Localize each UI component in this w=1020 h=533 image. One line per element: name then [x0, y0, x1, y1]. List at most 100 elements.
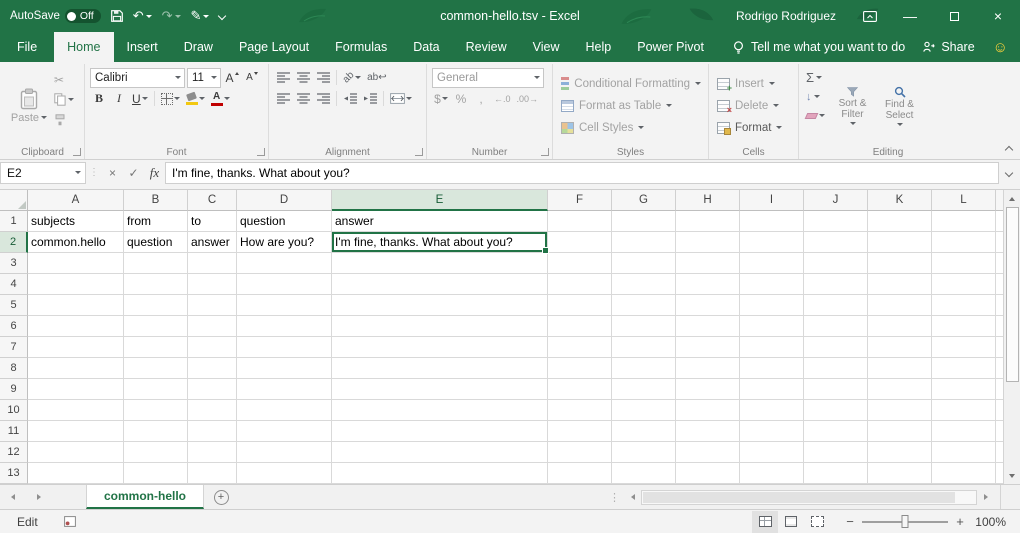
cell-G6[interactable] — [612, 316, 676, 337]
cell-H13[interactable] — [676, 463, 740, 484]
cell-B6[interactable] — [124, 316, 188, 337]
cell-E4[interactable] — [332, 274, 548, 295]
cell-H9[interactable] — [676, 379, 740, 400]
horizontal-scrollbar-track[interactable] — [641, 490, 977, 505]
zoom-out-button[interactable]: − — [842, 514, 858, 529]
cell-A4[interactable] — [28, 274, 124, 295]
redo-button[interactable]: ↷ — [162, 8, 181, 24]
cell-J6[interactable] — [804, 316, 868, 337]
customize-quick-access-button[interactable] — [219, 13, 225, 19]
format-painter-button[interactable] — [52, 111, 76, 128]
cell-I3[interactable] — [740, 253, 804, 274]
row-header-1[interactable]: 1 — [0, 211, 28, 232]
page-layout-view-button[interactable] — [778, 511, 804, 533]
row-header-11[interactable]: 11 — [0, 421, 28, 442]
cell-E3[interactable] — [332, 253, 548, 274]
zoom-slider-thumb[interactable] — [902, 515, 909, 528]
cell-C8[interactable] — [188, 358, 237, 379]
close-button[interactable]: × — [976, 0, 1020, 32]
name-box[interactable]: E2 — [0, 162, 86, 184]
cell-F12[interactable] — [548, 442, 612, 463]
cell-E1[interactable]: answer — [332, 211, 548, 232]
cell-B13[interactable] — [124, 463, 188, 484]
font-color-button[interactable]: A — [209, 89, 232, 108]
row-header-6[interactable]: 6 — [0, 316, 28, 337]
column-header-B[interactable]: B — [124, 190, 188, 211]
accounting-format-button[interactable]: $ — [432, 89, 450, 108]
cell-E13[interactable] — [332, 463, 548, 484]
select-all-corner[interactable] — [0, 190, 28, 211]
cell-E7[interactable] — [332, 337, 548, 358]
center-button[interactable] — [294, 89, 312, 108]
minimize-button[interactable]: — — [888, 0, 932, 32]
cell-E11[interactable] — [332, 421, 548, 442]
cell-I11[interactable] — [740, 421, 804, 442]
tab-review[interactable]: Review — [453, 32, 520, 62]
vertical-scrollbar[interactable] — [1003, 190, 1020, 484]
ribbon-display-options-button[interactable] — [852, 0, 888, 32]
column-header-K[interactable]: K — [868, 190, 932, 211]
tab-file[interactable]: File — [0, 32, 54, 62]
cell-F7[interactable] — [548, 337, 612, 358]
cell-F9[interactable] — [548, 379, 612, 400]
cell-K10[interactable] — [868, 400, 932, 421]
cell-B8[interactable] — [124, 358, 188, 379]
cell-C2[interactable]: answer — [188, 232, 237, 253]
sheet-tab-common-hello[interactable]: common-hello — [86, 485, 204, 509]
cell-I1[interactable] — [740, 211, 804, 232]
chevron-down-icon[interactable] — [203, 15, 209, 18]
cell-J12[interactable] — [804, 442, 868, 463]
chevron-down-icon[interactable] — [211, 76, 217, 79]
font-dialog-launcher[interactable] — [257, 148, 265, 156]
cell-A9[interactable] — [28, 379, 124, 400]
tab-view[interactable]: View — [520, 32, 573, 62]
cell-C9[interactable] — [188, 379, 237, 400]
share-button[interactable]: Share — [909, 40, 988, 54]
expand-formula-bar-button[interactable] — [999, 170, 1019, 176]
tab-formulas[interactable]: Formulas — [322, 32, 400, 62]
chevron-down-icon[interactable] — [174, 97, 180, 100]
copy-button[interactable] — [52, 91, 76, 108]
cell-A13[interactable] — [28, 463, 124, 484]
delete-cells-button[interactable]: Delete — [714, 95, 794, 116]
cell-D9[interactable] — [237, 379, 332, 400]
column-header-C[interactable]: C — [188, 190, 237, 211]
cell-A6[interactable] — [28, 316, 124, 337]
cell-I2[interactable] — [740, 232, 804, 253]
chevron-down-icon[interactable] — [175, 15, 181, 18]
cell-E8[interactable] — [332, 358, 548, 379]
conditional-formatting-button[interactable]: Conditional Formatting — [558, 73, 704, 94]
cell-G5[interactable] — [612, 295, 676, 316]
bold-button[interactable]: B — [90, 89, 108, 108]
cell-J3[interactable] — [804, 253, 868, 274]
cell-C10[interactable] — [188, 400, 237, 421]
insert-cells-button[interactable]: Insert — [714, 73, 794, 94]
autosum-button[interactable]: Σ — [804, 69, 827, 86]
cell-D13[interactable] — [237, 463, 332, 484]
column-header-G[interactable]: G — [612, 190, 676, 211]
column-header-F[interactable]: F — [548, 190, 612, 211]
enter-button[interactable]: ✓ — [123, 162, 144, 184]
maximize-button[interactable] — [932, 0, 976, 32]
tab-page-layout[interactable]: Page Layout — [226, 32, 322, 62]
macro-record-button[interactable] — [64, 516, 76, 527]
cell-D6[interactable] — [237, 316, 332, 337]
bottom-align-button[interactable] — [314, 68, 332, 87]
cell-F3[interactable] — [548, 253, 612, 274]
cell-J1[interactable] — [804, 211, 868, 232]
tab-help[interactable]: Help — [573, 32, 625, 62]
borders-button[interactable] — [159, 89, 182, 108]
chevron-down-icon[interactable] — [814, 95, 820, 98]
cell-A12[interactable] — [28, 442, 124, 463]
decrease-font-size-button[interactable]: A — [243, 68, 261, 87]
column-header-E[interactable]: E — [332, 190, 548, 211]
cell-J4[interactable] — [804, 274, 868, 295]
scroll-right-button[interactable] — [977, 485, 994, 509]
chevron-down-icon[interactable] — [534, 76, 540, 79]
vertical-scrollbar-thumb[interactable] — [1006, 207, 1019, 382]
zoom-level[interactable]: 100% — [974, 515, 1006, 529]
insert-function-button[interactable]: fx — [144, 162, 165, 184]
tab-power-pivot[interactable]: Power Pivot — [624, 32, 717, 62]
cell-L1[interactable] — [932, 211, 996, 232]
cut-button[interactable]: ✂ — [52, 71, 76, 88]
